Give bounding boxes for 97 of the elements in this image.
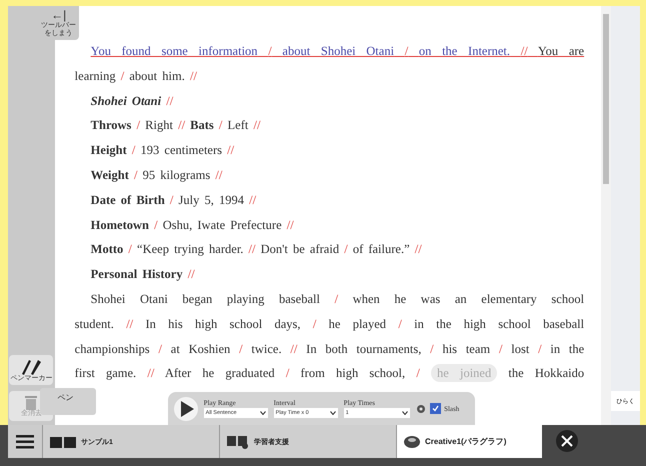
slash-mark: / xyxy=(218,118,222,132)
slash-mark: // xyxy=(520,44,528,58)
slash-mark: / xyxy=(239,342,243,356)
chevron-icon xyxy=(260,411,266,415)
slash-mark: // xyxy=(215,168,222,182)
slash-mark: // xyxy=(147,366,154,380)
passage-text: Left xyxy=(228,118,248,132)
passage-text: In both tournaments, xyxy=(306,342,422,356)
slash-mark: // xyxy=(166,94,174,108)
slash-mark: // xyxy=(286,218,294,232)
slash-mark: / xyxy=(120,68,124,83)
current-sentence: on the Internet. xyxy=(418,44,510,58)
passage-text: twice. xyxy=(251,342,282,356)
field-label: Throws xyxy=(90,118,132,132)
slash-mark: / xyxy=(538,342,542,356)
check-icon xyxy=(432,405,440,412)
scroll-thumb[interactable] xyxy=(603,14,610,184)
slash-mark: // xyxy=(188,267,195,282)
pens-icon xyxy=(20,357,42,375)
passage-text: about him. xyxy=(129,68,185,83)
passage-text: of failure.” xyxy=(352,242,410,256)
scrollbar[interactable] xyxy=(601,6,612,425)
close-button[interactable] xyxy=(556,430,578,452)
passage-text: Right xyxy=(145,118,173,132)
slash-mark: // xyxy=(414,242,422,256)
passage-text: Oshu, Iwate Prefecture xyxy=(162,218,282,232)
trash-icon xyxy=(24,394,38,410)
slash-mark: // xyxy=(178,118,186,132)
slash-mark: / xyxy=(334,292,338,306)
passage-text: first game. xyxy=(74,366,136,380)
slash-mark: / xyxy=(498,342,502,356)
pen-label: ペン xyxy=(58,393,74,402)
slash-mark: // xyxy=(227,143,234,158)
passage-text: You are xyxy=(538,44,584,58)
current-sentence: You found some information xyxy=(90,44,258,58)
box-icon xyxy=(403,434,421,448)
field-label: Hometown xyxy=(90,218,149,232)
slash-mark: / xyxy=(416,366,420,380)
slash-mark: / xyxy=(430,342,434,356)
slash-mark: // xyxy=(248,242,256,256)
slash-mark: / xyxy=(170,192,174,207)
chevron-icon xyxy=(402,411,408,415)
slash-mark: / xyxy=(134,168,138,182)
slash-mark: / xyxy=(398,316,402,331)
passage-text: he played xyxy=(328,316,386,331)
slash-mark: // xyxy=(249,192,256,207)
book-plus-icon xyxy=(226,434,250,448)
passage-text: 95 kilograms xyxy=(142,168,210,182)
slash-mark: / xyxy=(344,242,348,256)
passage-text: student. xyxy=(74,316,114,331)
slash-mark: / xyxy=(268,44,272,58)
field-label: Personal History xyxy=(90,267,183,282)
passage-text: in the high school baseball xyxy=(414,316,584,331)
passage-text: his team xyxy=(442,342,490,356)
heading-text: Shohei Otani xyxy=(90,94,162,108)
play-icon xyxy=(180,400,194,416)
slash-mark: // xyxy=(253,118,260,132)
passage-text: “Keep trying harder. xyxy=(137,242,244,256)
passage-text: at Koshien xyxy=(170,342,230,356)
passage-text: the Hokkaido xyxy=(508,366,584,380)
slash-mark: // xyxy=(126,316,134,331)
field-label: Motto xyxy=(90,242,124,256)
slash-mark: // xyxy=(190,68,197,83)
book-icon xyxy=(49,436,77,448)
passage-text: championships xyxy=(74,342,150,356)
passage-text: In his high school days, xyxy=(145,316,301,331)
passage-text: lost xyxy=(511,342,530,356)
field-label: Bats xyxy=(190,118,214,132)
menu-button[interactable] xyxy=(8,425,42,458)
passage-text: when he was an elementary school xyxy=(352,292,584,306)
menu-icon xyxy=(16,434,34,448)
close-icon xyxy=(561,435,573,447)
settings-icon[interactable] xyxy=(416,404,426,414)
slash-mark: / xyxy=(286,366,290,380)
field-label: Weight xyxy=(90,168,129,182)
passage-text: Shohei Otani began playing baseball xyxy=(90,292,320,306)
passage-text: Don't be afraid xyxy=(260,242,340,256)
slash-mark: / xyxy=(154,218,158,232)
passage-text: July 5, 1994 xyxy=(178,192,244,207)
field-label: Height xyxy=(90,143,127,158)
slash-mark: / xyxy=(312,316,316,331)
slash-mark: / xyxy=(136,118,140,132)
passage-text: in the xyxy=(550,342,584,356)
slash-mark: // xyxy=(290,342,298,356)
passage-text: 193 centimeters xyxy=(140,143,222,158)
chevron-icon xyxy=(330,411,336,415)
current-sentence: about Shohei Otani xyxy=(282,44,394,58)
slash-mark: / xyxy=(158,342,162,356)
slash-mark: / xyxy=(404,44,408,58)
document-tab[interactable]: Creative1(パラグラフ) xyxy=(396,425,542,458)
slash-mark: / xyxy=(132,143,136,158)
passage-text: learning xyxy=(74,68,116,83)
passage-text: from high school, xyxy=(300,366,406,380)
field-label: Date of Birth xyxy=(90,192,165,207)
play-button[interactable] xyxy=(174,396,198,420)
passage-text: After he graduated xyxy=(164,366,275,380)
slash-mark: / xyxy=(128,242,132,256)
